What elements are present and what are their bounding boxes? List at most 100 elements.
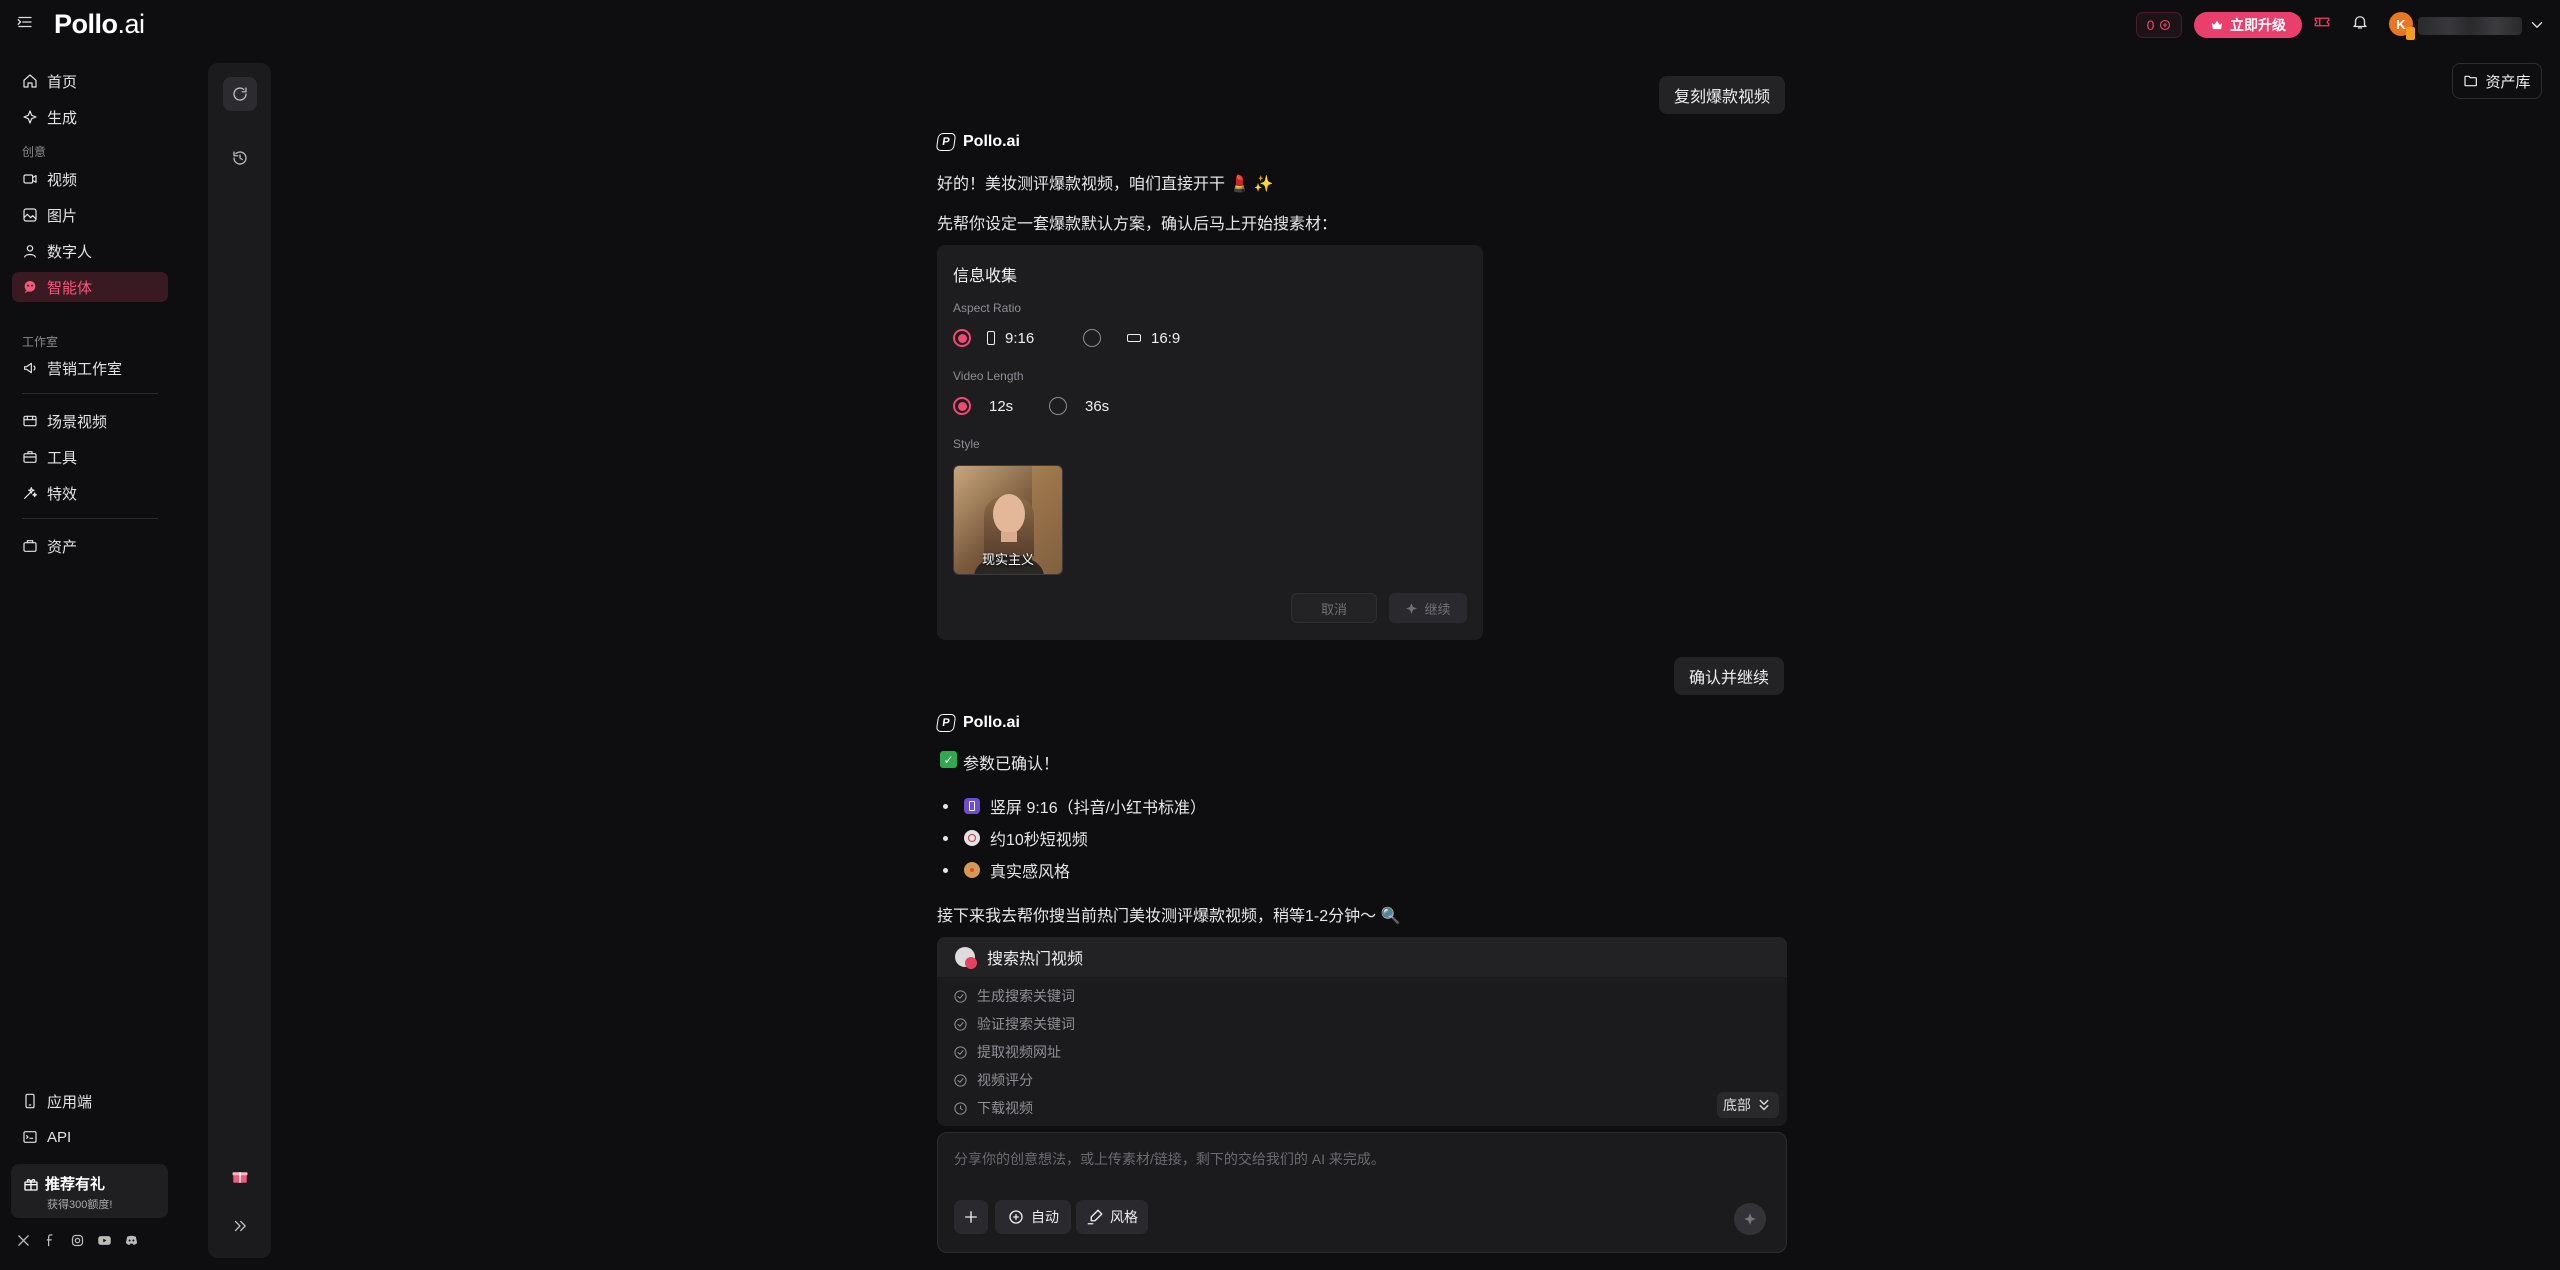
menu-toggle-icon[interactable] — [16, 13, 42, 39]
scroll-to-bottom-button[interactable]: 底部 — [1717, 1092, 1779, 1118]
list-item: 约10秒短视频 — [943, 826, 1088, 850]
promo-title: 推荐有礼 — [45, 1176, 106, 1193]
effects-icon — [24, 487, 38, 499]
cancel-button[interactable]: 取消 — [1291, 593, 1377, 623]
sidebar-item-marketing-studio[interactable]: 营销工作室 — [12, 353, 168, 383]
expand-rail-button[interactable] — [223, 1209, 257, 1243]
sidebar-item-effects[interactable]: 特效 — [12, 478, 168, 508]
sidebar: 首页 生成 创意 视频 图片 数字人 智能体 工作室 营销工作室 场景视频 工具… — [0, 52, 180, 1270]
app-icon — [25, 1093, 35, 1109]
radio-selected — [953, 397, 971, 415]
palette-icon — [964, 862, 980, 878]
referral-promo[interactable]: 推荐有礼 获得300额度! — [11, 1164, 168, 1218]
sidebar-item-api[interactable]: API — [12, 1122, 168, 1152]
api-icon — [23, 1131, 37, 1143]
sidebar-item-tools[interactable]: 工具 — [12, 442, 168, 472]
sidebar-item-agent[interactable]: 智能体 — [12, 272, 168, 302]
brush-icon — [1087, 1209, 1103, 1225]
section-label-create: 创意 — [22, 145, 47, 159]
top-bar: Pollo.ai 0 立即升级 K — [0, 0, 2560, 52]
list-item: 竖屏 9:16（抖音/小红书标准） — [943, 794, 1206, 818]
agent-header: P Pollo.ai — [935, 714, 1020, 732]
clock-icon — [964, 830, 980, 846]
sidebar-item-digital-human[interactable]: 数字人 — [12, 236, 168, 266]
upgrade-button[interactable]: 立即升级 — [2194, 12, 2302, 38]
sidebar-item-video[interactable]: 视频 — [12, 164, 168, 194]
promo-subtitle: 获得300额度! — [47, 1199, 113, 1211]
sidebar-item-scene-video[interactable]: 场景视频 — [12, 406, 168, 436]
task-avatar-icon — [955, 947, 977, 969]
new-chat-button[interactable] — [223, 77, 257, 111]
task-step: 提取视频网址 — [953, 1042, 1061, 1062]
continue-button[interactable]: 继续 — [1389, 593, 1467, 623]
agent-header: P Pollo.ai — [935, 133, 1020, 151]
prompt-input[interactable] — [954, 1151, 1754, 1167]
bell-icon[interactable] — [2351, 13, 2375, 37]
task-title: 搜索热门视频 — [987, 951, 1084, 968]
scene-icon — [23, 415, 37, 427]
refresh-icon — [233, 87, 247, 101]
sidebar-item-home[interactable]: 首页 — [12, 66, 168, 96]
agent-message: 接下来我去帮你搜当前热门美妆测评爆款视频，稍等1-2分钟～ 🔍 — [937, 908, 1401, 925]
sidebar-item-generate[interactable]: 生成 — [12, 102, 168, 132]
video-icon — [23, 174, 37, 184]
length-option-36s[interactable]: 36s — [1049, 397, 1109, 415]
sparkle-icon — [23, 110, 37, 124]
radio-unselected — [1049, 397, 1067, 415]
upgrade-label: 立即升级 — [2230, 17, 2286, 33]
agent-name: Pollo.ai — [963, 133, 1020, 150]
ticket-icon[interactable] — [2313, 13, 2337, 37]
image-icon — [23, 208, 37, 222]
logo[interactable]: Pollo.ai — [54, 9, 145, 40]
username-redacted[interactable] — [2418, 17, 2522, 35]
user-message: 复刻爆款视频 — [1659, 76, 1786, 114]
checkmark-icon: ✓ — [940, 751, 957, 768]
chevrons-down-icon — [1759, 1099, 1769, 1111]
facebook-icon[interactable] — [43, 1233, 58, 1248]
credits-badge[interactable]: 0 — [2136, 12, 2182, 38]
section-label-studio: 工作室 — [22, 335, 59, 349]
agent-name: Pollo.ai — [963, 714, 1020, 731]
youtube-icon[interactable] — [97, 1233, 112, 1248]
style-option-realism[interactable]: 现实主义 — [953, 465, 1063, 575]
sidebar-item-image[interactable]: 图片 — [12, 200, 168, 230]
sidebar-divider — [22, 393, 158, 394]
history-button[interactable] — [223, 141, 257, 175]
megaphone-icon — [24, 362, 36, 374]
auto-mode-button[interactable]: 自动 — [995, 1200, 1071, 1234]
sparkle-icon — [1406, 602, 1418, 614]
check-circle-icon — [954, 1045, 967, 1059]
info-collection-form: 信息收集 Aspect Ratio 9:16 16:9 Video Length… — [937, 245, 1483, 640]
assets-icon — [23, 540, 37, 552]
pollo-logo-icon: P — [935, 133, 957, 151]
prompt-composer: 自动 风格 — [937, 1132, 1787, 1253]
aspect-option-16-9[interactable]: 16:9 — [1083, 329, 1180, 347]
agent-message: 先帮你设定一套爆款默认方案，确认后马上开始搜素材： — [937, 216, 1338, 233]
sidebar-item-assets[interactable]: 资产 — [12, 531, 168, 561]
gift-icon — [232, 1172, 248, 1183]
x-twitter-icon[interactable] — [16, 1233, 31, 1248]
gift-button[interactable] — [223, 1159, 257, 1193]
user-message: 确认并继续 — [1674, 657, 1785, 695]
pollo-logo-icon: P — [935, 714, 957, 732]
radio-selected — [953, 329, 971, 347]
sparkle-icon — [1744, 1213, 1756, 1225]
style-button[interactable]: 风格 — [1076, 1200, 1148, 1234]
list-item: 真实感风格 — [943, 858, 1070, 882]
gift-icon — [24, 1178, 38, 1191]
task-step: 视频评分 — [953, 1070, 1033, 1090]
send-button[interactable] — [1734, 1203, 1766, 1235]
sidebar-item-app[interactable]: 应用端 — [12, 1086, 168, 1116]
instagram-icon[interactable] — [70, 1233, 85, 1248]
aspect-option-9-16[interactable]: 9:16 — [953, 329, 1034, 347]
plus-icon — [965, 1211, 977, 1223]
check-circle-icon — [954, 989, 967, 1003]
length-option-12s[interactable]: 12s — [953, 397, 1013, 415]
radio-unselected — [1083, 329, 1101, 347]
chevrons-right-icon — [234, 1220, 246, 1232]
chevron-down-icon[interactable] — [2528, 16, 2546, 34]
check-circle-icon — [954, 1017, 967, 1031]
discord-icon[interactable] — [124, 1233, 139, 1248]
asset-library-button[interactable]: 资产库 — [2452, 63, 2542, 99]
add-attachment-button[interactable] — [954, 1200, 988, 1234]
